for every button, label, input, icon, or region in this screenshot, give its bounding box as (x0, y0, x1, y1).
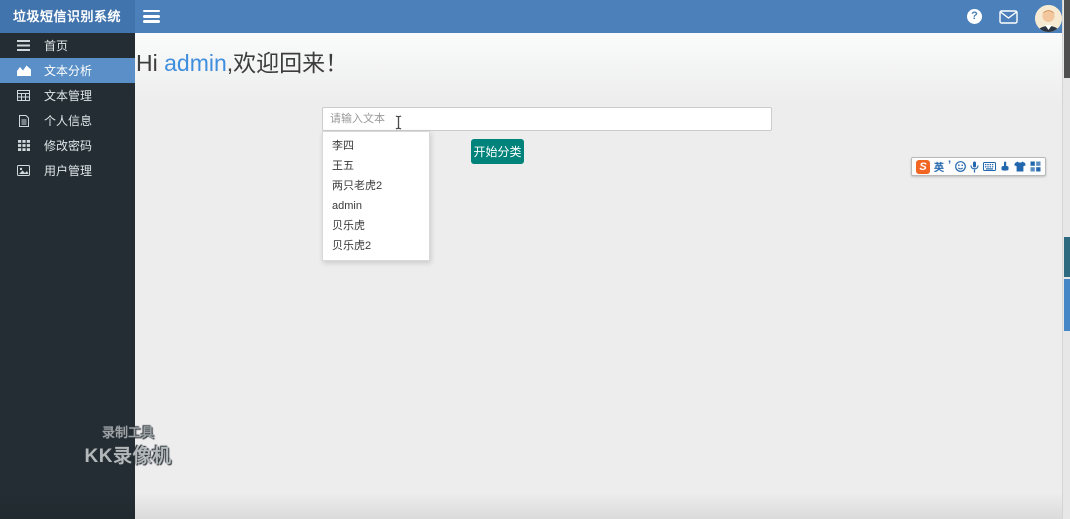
sidebar-item-label: 文本分析 (44, 64, 93, 78)
main-content (135, 33, 1070, 519)
classify-button[interactable]: 开始分类 (471, 139, 524, 164)
greeting-username: admin (164, 50, 227, 76)
dropdown-option[interactable]: 贝乐虎 (323, 216, 429, 236)
text-input[interactable] (322, 107, 772, 131)
sidebar-item-home[interactable]: 首页 (0, 33, 135, 58)
sidebar-item-profile[interactable]: 个人信息 (0, 108, 135, 133)
bars-icon (16, 40, 31, 51)
emoji-icon[interactable] (955, 161, 966, 172)
sidebar-item-change-password[interactable]: 修改密码 (0, 133, 135, 158)
sidebar-item-label: 个人信息 (44, 114, 93, 128)
text-cursor-icon (394, 115, 403, 135)
top-navbar: 垃圾短信识别系统 ? (0, 0, 1070, 33)
sidebar-item-label: 文本管理 (44, 89, 93, 103)
sogou-logo-icon[interactable]: S (916, 159, 930, 174)
app-title[interactable]: 垃圾短信识别系统 (0, 0, 135, 33)
keyboard-icon[interactable] (983, 162, 997, 171)
toolbox-icon[interactable] (1030, 161, 1041, 172)
greeting-heading: Hi admin,欢迎回来！ (136, 44, 348, 78)
sidebar-nav: 首页 文本分析 文本管理 个人信息 修改密码 用户管理 (0, 33, 135, 519)
sidebar-item-text-manage[interactable]: 文本管理 (0, 83, 135, 108)
sidebar-item-label: 首页 (44, 39, 69, 53)
mic-icon[interactable] (970, 161, 979, 173)
table-icon (16, 90, 31, 101)
ime-mode-english[interactable]: 英 (934, 159, 944, 174)
th-grid-icon (16, 140, 31, 151)
image-icon (16, 165, 31, 176)
sidebar-toggle-icon[interactable] (143, 7, 167, 27)
handwriting-icon[interactable] (1000, 161, 1010, 172)
sidebar-item-label: 修改密码 (44, 139, 93, 153)
dropdown-option[interactable]: 两只老虎2 (323, 176, 429, 196)
user-avatar[interactable] (1035, 4, 1062, 32)
greeting-suffix: ,欢迎回来！ (226, 50, 349, 76)
skin-icon[interactable] (1014, 161, 1026, 172)
dropdown-option[interactable]: 李四 (323, 136, 429, 156)
scrollbar-marker-teal (1064, 237, 1070, 277)
greeting-prefix: Hi (136, 50, 165, 76)
dropdown-option[interactable]: 王五 (323, 156, 429, 176)
sidebar-item-user-manage[interactable]: 用户管理 (0, 158, 135, 183)
sidebar-item-text-analysis[interactable]: 文本分析 (0, 58, 135, 83)
help-icon[interactable]: ? (967, 9, 982, 24)
dropdown-option[interactable]: 贝乐虎2 (323, 236, 429, 256)
vertical-scrollbar[interactable] (1062, 0, 1070, 519)
scrollbar-thumb[interactable] (1064, 0, 1070, 78)
mail-icon[interactable] (999, 9, 1018, 24)
sidebar-item-label: 用户管理 (44, 164, 93, 178)
scrollbar-marker-blue (1064, 279, 1070, 331)
ime-punct-icon[interactable]: ’ (948, 159, 951, 171)
dropdown-option[interactable]: admin (323, 196, 429, 216)
autocomplete-dropdown: 李四 王五 两只老虎2 admin 贝乐虎 贝乐虎2 (322, 131, 430, 261)
area-chart-icon (16, 65, 31, 76)
sogou-input-toolbar: S 英 ’ (911, 157, 1047, 176)
file-text-icon (16, 114, 31, 127)
